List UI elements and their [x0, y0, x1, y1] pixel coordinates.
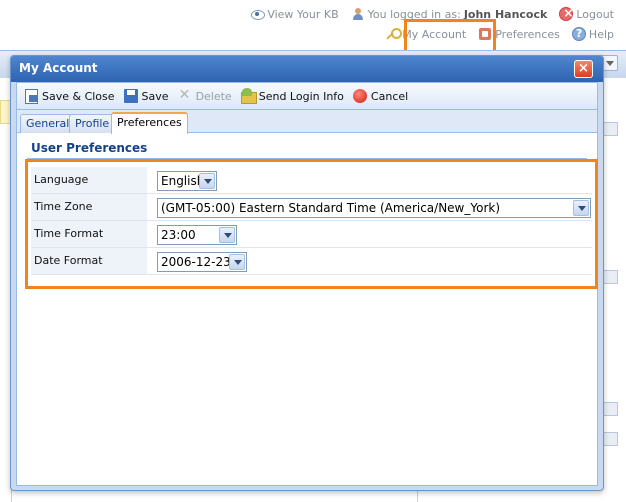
tab-general[interactable]: General [20, 114, 76, 133]
eye-icon [250, 7, 266, 21]
logout-icon [559, 6, 573, 21]
language-value: English [161, 174, 205, 188]
time-zone-label: Time Zone [31, 194, 147, 220]
my-account-label: My Account [402, 27, 467, 41]
save-button[interactable]: Save [123, 88, 169, 104]
time-format-value: 23:00 [161, 228, 196, 242]
help-icon [571, 27, 586, 41]
time-format-row: Time Format 23:00 [31, 221, 592, 248]
user-icon [351, 7, 365, 21]
help-link[interactable]: Help [571, 27, 614, 41]
time-zone-select[interactable]: (GMT-05:00) Eastern Standard Time (Ameri… [157, 198, 591, 218]
send-login-info-button[interactable]: Send Login Info [240, 88, 344, 104]
my-account-window: My Account × Save & Close Save Delete Se… [10, 55, 604, 491]
date-format-value: 2006-12-23 [161, 255, 231, 269]
cancel-label: Cancel [370, 89, 409, 103]
chevron-down-icon[interactable] [199, 173, 215, 189]
view-kb-label: View Your KB [267, 7, 339, 21]
save-close-button[interactable]: Save & Close [23, 88, 115, 104]
tab-strip: General Profile Preferences [17, 110, 597, 134]
tab-preferences[interactable]: Preferences [111, 112, 188, 134]
save-close-label: Save & Close [42, 89, 115, 103]
language-select[interactable]: English [157, 171, 217, 191]
delete-button[interactable]: Delete [177, 87, 232, 104]
top-account-row: My Account Preferences Help [377, 25, 614, 43]
help-label: Help [588, 27, 614, 41]
send-login-icon [240, 88, 257, 104]
preferences-icon [478, 27, 492, 41]
floppy-disk-icon [123, 88, 139, 104]
language-row: Language English [31, 167, 592, 194]
window-title: My Account [19, 61, 98, 75]
app-top-bar: View Your KB You logged in as: John Hanc… [0, 0, 626, 50]
window-header[interactable]: My Account × [11, 56, 603, 82]
delete-label: Delete [195, 89, 232, 103]
logged-in-prefix: You logged in as: [367, 7, 461, 21]
key-icon [385, 27, 403, 41]
language-label: Language [31, 167, 147, 193]
time-zone-row: Time Zone (GMT-05:00) Eastern Standard T… [31, 194, 592, 221]
time-zone-value: (GMT-05:00) Eastern Standard Time (Ameri… [161, 201, 501, 215]
logout-link[interactable]: Logout [559, 6, 614, 21]
chevron-down-icon[interactable] [573, 200, 589, 216]
top-user-row: View Your KB You logged in as: John Hanc… [242, 6, 614, 22]
cancel-icon [352, 88, 368, 104]
cancel-button[interactable]: Cancel [352, 88, 408, 104]
window-body: Save & Close Save Delete Send Login Info… [16, 82, 598, 486]
logged-in-info: You logged in as: John Hancock [351, 7, 548, 21]
date-format-row: Date Format 2006-12-23 [31, 248, 592, 275]
delete-icon [177, 87, 193, 104]
send-login-label: Send Login Info [258, 89, 344, 103]
chevron-down-icon[interactable] [229, 254, 245, 270]
close-button[interactable]: × [574, 60, 593, 78]
save-close-icon [23, 88, 39, 104]
logout-label: Logout [576, 7, 614, 21]
save-label: Save [141, 89, 169, 103]
my-account-link[interactable]: My Account [385, 27, 466, 41]
user-name: John Hancock [463, 7, 548, 21]
window-toolbar: Save & Close Save Delete Send Login Info… [17, 83, 597, 110]
view-kb-link[interactable]: View Your KB [250, 7, 339, 21]
time-format-select[interactable]: 23:00 [157, 225, 237, 245]
date-format-label: Date Format [31, 248, 147, 274]
tab-profile[interactable]: Profile [69, 114, 116, 133]
preferences-label: Preferences [495, 27, 560, 41]
time-format-label: Time Format [31, 221, 147, 247]
chevron-down-icon[interactable] [219, 227, 235, 243]
date-format-select[interactable]: 2006-12-23 [157, 252, 247, 272]
preferences-form-highlight: Language English Time Zone (GMT-05:00) E… [25, 159, 598, 289]
section-title: User Preferences [31, 141, 148, 155]
preferences-link[interactable]: Preferences [478, 27, 560, 41]
